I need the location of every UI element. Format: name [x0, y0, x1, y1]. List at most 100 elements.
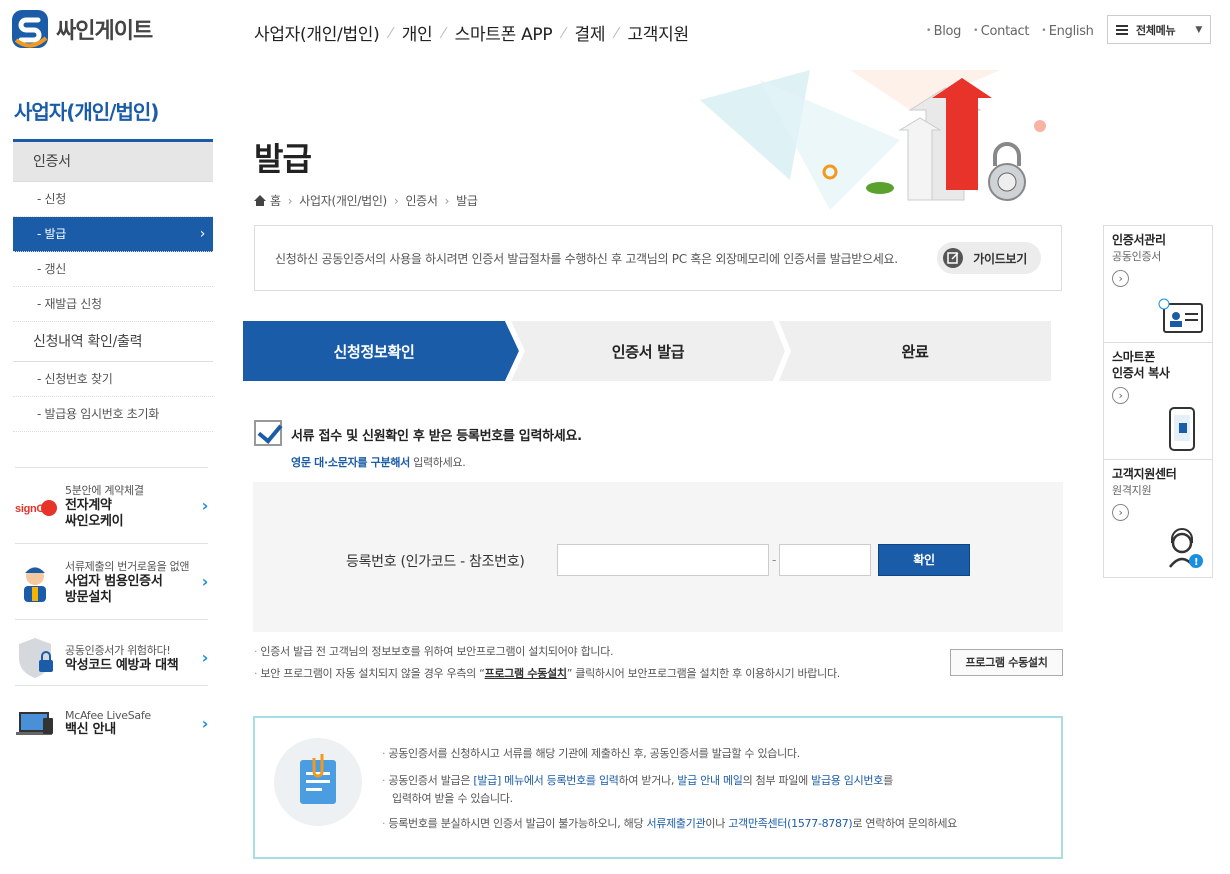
- headset-agent-icon: !: [1169, 528, 1203, 568]
- chevron-right-icon: ›: [201, 572, 209, 591]
- breadcrumb-certificate[interactable]: 인증서: [405, 192, 438, 209]
- document-clip-icon: [274, 738, 362, 826]
- breadcrumb-business[interactable]: 사업자(개인/법인): [299, 192, 387, 209]
- lnb-item-apply[interactable]: - 신청: [13, 182, 213, 217]
- blog-link[interactable]: Blog: [926, 24, 962, 39]
- info-line-2-cont: 입력하여 받을 수 있습니다.: [392, 792, 513, 805]
- security-note-1: 인증서 발급 전 고객님의 정보보호를 위하여 보안프로그램이 설치되어야 합니…: [254, 643, 613, 659]
- notice-text: 신청하신 공동인증서의 사용을 하시려면 인증서 발급절차를 수행하신 후 고객…: [275, 251, 898, 266]
- lnb-title: 사업자(개인/법인): [14, 100, 159, 124]
- checkbox-icon: [254, 420, 282, 446]
- banner-title: 사업자 범용인증서: [65, 573, 163, 589]
- step-3: 완료: [901, 342, 929, 361]
- gnb-separator: ⁄: [442, 23, 445, 42]
- banner-title: 악성코드 예방과 대책: [65, 657, 179, 673]
- banner-malware[interactable]: 공동인증서가 위험하다! 악성코드 예방과 대책 ›: [15, 619, 208, 695]
- instruction-sub: 영문 대·소문자를 구분해서 입력하세요.: [291, 454, 466, 470]
- lnb-item-reissue[interactable]: - 재발급 신청: [13, 287, 213, 322]
- breadcrumb-home[interactable]: 홈: [270, 192, 281, 209]
- chevron-right-icon: ›: [201, 714, 209, 733]
- laptop-icon: [15, 704, 59, 744]
- chevron-right-icon: ›: [201, 648, 209, 667]
- quick-menu: 인증서관리 공동인증서 › 스마트폰 인증서 복사 › 고객지원센터 원격지원 …: [1103, 225, 1213, 578]
- all-menu-label: 전체메뉴: [1136, 23, 1176, 37]
- shield-lock-icon: [15, 637, 59, 678]
- breadcrumb: 홈 › 사업자(개인/법인) › 인증서 › 발급: [254, 192, 478, 209]
- global-nav: 사업자(개인/법인) ⁄ 개인 ⁄ 스마트폰 APP ⁄ 결제 ⁄ 고객지원: [254, 20, 689, 46]
- gnb-separator: ⁄: [562, 23, 565, 42]
- lnb-item-find-number[interactable]: - 신청번호 찾기: [13, 362, 213, 397]
- guide-button-label: 가이드보기: [973, 251, 1027, 266]
- guide-button[interactable]: 가이드보기: [937, 242, 1041, 274]
- circle-arrow-icon: ›: [1112, 387, 1129, 404]
- reference-number-input[interactable]: [779, 544, 871, 576]
- lnb-item-issue[interactable]: - 발급: [13, 217, 213, 252]
- banner-small-text: 공동인증서가 위험하다!: [65, 643, 171, 657]
- manual-install-button[interactable]: 프로그램 수동설치: [950, 649, 1063, 676]
- gnb-business[interactable]: 사업자(개인/법인): [254, 20, 380, 45]
- lnb-item-history[interactable]: 신청내역 확인/출력: [13, 322, 213, 362]
- gnb-smartphone-app[interactable]: 스마트폰 APP: [455, 20, 553, 45]
- banner-title-2: 싸인오케이: [65, 513, 124, 529]
- technician-icon: [15, 562, 59, 602]
- info-line-2: 공동인증서 발급은 [발급] 메뉴에서 등록번호를 입력하여 받거나, 발급 안…: [382, 773, 893, 789]
- manual-install-link[interactable]: 프로그램 수동설치: [485, 667, 567, 680]
- banner-small-text: 서류제출의 번거로움을 없앤: [65, 559, 190, 573]
- quick-cert-management[interactable]: 인증서관리 공동인증서 ›: [1104, 226, 1212, 343]
- info-line-1: 공동인증서를 신청하시고 서류를 해당 기관에 제출하신 후, 공동인증서를 발…: [382, 746, 800, 762]
- svg-text:!: !: [1194, 557, 1198, 568]
- info-line-3: 등록번호를 분실하시면 인증서 발급이 불가능하오니, 해당 서류제출기관이나 …: [382, 816, 957, 832]
- quick-customer-center[interactable]: 고객지원센터 원격지원 › !: [1104, 460, 1212, 577]
- step-2: 인증서 발급: [611, 342, 685, 361]
- banner-title: 전자계약: [65, 497, 112, 513]
- instruction-title: 서류 접수 및 신원확인 후 받은 등록번호를 입력하세요.: [291, 429, 582, 444]
- banner-title-2: 방문설치: [65, 589, 112, 605]
- chevron-right-icon: ›: [201, 496, 209, 515]
- registration-number-label: 등록번호 (인가코드 - 참조번호): [346, 554, 525, 570]
- breadcrumb-separator: ›: [444, 193, 450, 208]
- quick-smartphone-copy[interactable]: 스마트폰 인증서 복사 ›: [1104, 343, 1212, 460]
- logo-text: 싸인게이트: [56, 19, 153, 44]
- auth-code-input[interactable]: [557, 544, 769, 576]
- id-card-icon: [1158, 298, 1203, 333]
- breadcrumb-separator: ›: [393, 193, 399, 208]
- gnb-personal[interactable]: 개인: [402, 20, 433, 45]
- util-links: Blog Contact English: [926, 24, 1106, 39]
- home-icon[interactable]: [254, 195, 266, 206]
- breadcrumb-current: 발급: [456, 194, 478, 208]
- breadcrumb-separator: ›: [287, 193, 293, 208]
- circle-arrow-icon: ›: [1112, 504, 1129, 521]
- banner-small-text: 5분안에 계약체결: [65, 483, 144, 497]
- page-title: 발급: [254, 140, 312, 178]
- input-dash: -: [772, 553, 777, 567]
- smartphone-icon: [1169, 407, 1195, 451]
- logo[interactable]: 싸인게이트: [12, 10, 153, 48]
- banner-small-text: McAfee LiveSafe: [65, 709, 151, 722]
- lnb-item-reset-temp[interactable]: - 발급용 임시번호 초기화: [13, 397, 213, 432]
- step-1-active: 신청정보확인: [333, 342, 415, 361]
- left-nav: 인증서 - 신청 - 발급 - 갱신 - 재발급 신청 신청내역 확인/출력 -…: [13, 139, 213, 432]
- banner-visit-install[interactable]: 서류제출의 번거로움을 없앤 사업자 범용인증서 방문설치 ›: [15, 543, 208, 619]
- banner-mcafee[interactable]: McAfee LiveSafe 백신 안내 ›: [15, 685, 208, 761]
- circle-arrow-icon: ›: [1112, 270, 1129, 287]
- instruction-rest: 입력하세요.: [409, 456, 466, 469]
- all-menu-button[interactable]: 전체메뉴 ▼: [1107, 15, 1211, 44]
- hamburger-icon: [1116, 24, 1128, 35]
- gnb-support[interactable]: 고객지원: [627, 20, 689, 45]
- banner-title: 백신 안내: [65, 722, 116, 737]
- gnb-separator: ⁄: [389, 23, 392, 42]
- logo-mark-icon: [12, 10, 48, 48]
- signok-logo-icon: signOK: [15, 486, 59, 526]
- chevron-down-icon: ▼: [1195, 24, 1202, 35]
- instruction-highlight: 영문 대·소문자를 구분해서: [291, 456, 410, 469]
- banner-signok[interactable]: signOK 5분안에 계약체결 전자계약 싸인오케이 ›: [15, 467, 208, 543]
- contact-link[interactable]: Contact: [973, 24, 1030, 39]
- edit-icon: [943, 248, 964, 268]
- confirm-button[interactable]: 확인: [878, 544, 970, 576]
- lnb-item-certificate[interactable]: 인증서: [13, 142, 213, 182]
- gnb-payment[interactable]: 결제: [575, 20, 606, 45]
- hero-illustration: [700, 70, 1046, 210]
- lnb-item-renew[interactable]: - 갱신: [13, 252, 213, 287]
- gnb-separator: ⁄: [615, 23, 618, 42]
- english-link[interactable]: English: [1041, 24, 1094, 39]
